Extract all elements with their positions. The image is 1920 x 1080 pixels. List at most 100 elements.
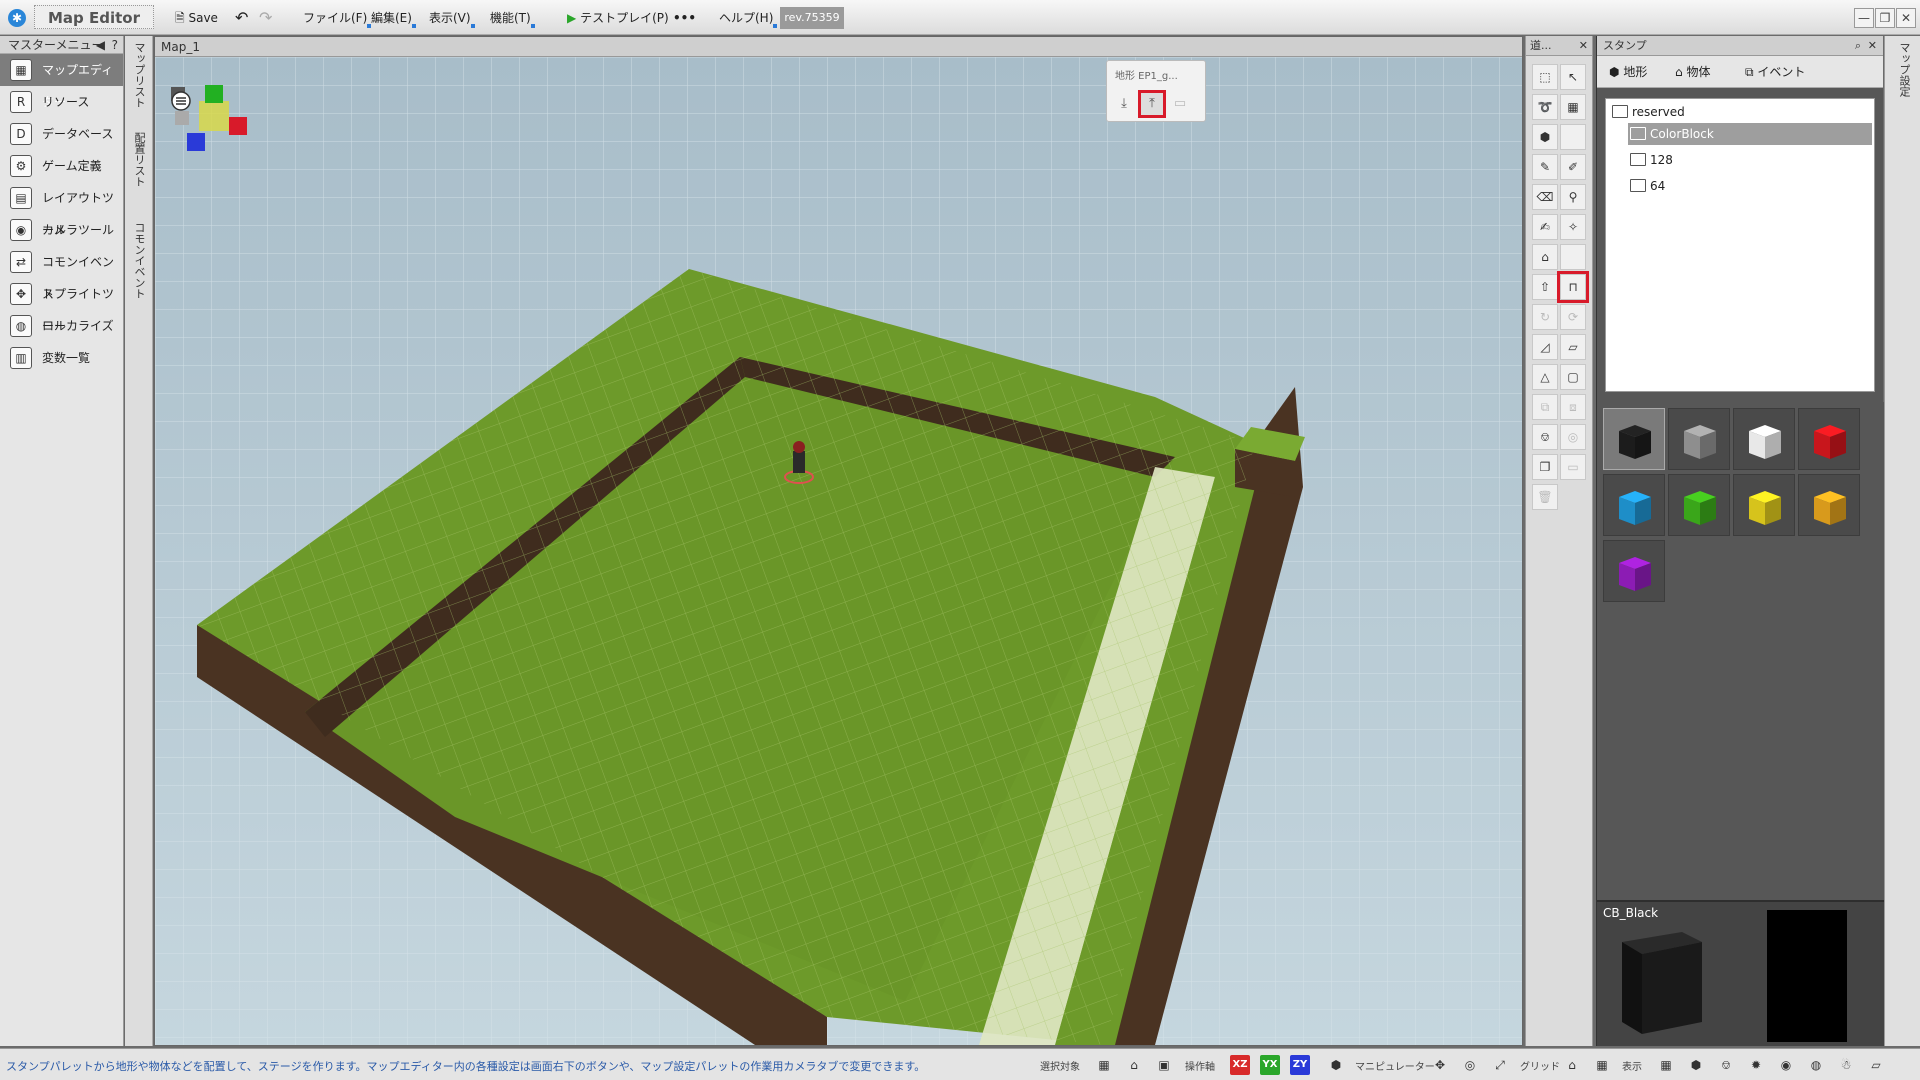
master-item-common-event[interactable]: ⇄ コモンイベント (0, 246, 123, 301)
tree-item-reserved[interactable]: reserved (1610, 101, 1685, 123)
menu-file[interactable]: ファイル(F) (298, 5, 372, 31)
master-item-map-editor[interactable]: ▦ マップエディター (0, 54, 123, 109)
search-icon[interactable]: ⌕ (1855, 36, 1861, 56)
paste-icon[interactable]: ⧈ (1560, 394, 1586, 420)
display-sphere-icon[interactable]: ◉ (1776, 1055, 1796, 1075)
more-button[interactable]: ••• (668, 5, 701, 31)
layers-icon[interactable]: ▱ (1560, 334, 1586, 360)
display-camera-icon[interactable]: ⎊ (1716, 1055, 1736, 1075)
slope-icon[interactable]: ◿ (1532, 334, 1558, 360)
master-item-database[interactable]: D データベース (0, 118, 123, 150)
select-rect-icon[interactable]: ⬚ (1532, 64, 1558, 90)
brush-icon[interactable]: ✐ (1560, 154, 1586, 180)
cube-icon[interactable]: ⬢ (1532, 124, 1558, 150)
scale-gizmo-icon[interactable]: ⤢ (1490, 1055, 1510, 1075)
menu-function[interactable]: 機能(T) (485, 5, 536, 31)
move-gizmo-icon[interactable]: ✥ (1430, 1055, 1450, 1075)
rotate-icon[interactable]: ↻ (1532, 304, 1558, 330)
duplicate-icon[interactable]: ❐ (1532, 454, 1558, 480)
master-item-variables[interactable]: ▥ 変数一覧 (0, 342, 123, 374)
stamp-up-icon[interactable]: ⤒ (1138, 90, 1166, 118)
display-layers-icon[interactable]: ▱ (1866, 1055, 1886, 1075)
close-button[interactable]: ✕ (1896, 8, 1916, 28)
swatch-gray[interactable] (1668, 408, 1730, 470)
paint-icon[interactable]: ✍ (1532, 214, 1558, 240)
clipboard-icon[interactable]: ▭ (1560, 454, 1586, 480)
help-icon[interactable]: ? (112, 36, 118, 54)
testplay-button[interactable]: ▶ テストプレイ(P) (562, 5, 674, 31)
tab-event[interactable]: ⧉ イベント (1745, 63, 1805, 80)
tree-item-colorblock[interactable]: ColorBlock (1628, 123, 1872, 145)
spray-icon[interactable]: ✧ (1560, 214, 1586, 240)
grid-fill-icon[interactable]: ▦ (1560, 94, 1586, 120)
master-item-game-definition[interactable]: ⚙ ゲーム定義 (0, 150, 123, 182)
select-event-icon[interactable]: ▣ (1154, 1055, 1174, 1075)
master-item-camera-tool[interactable]: ◉ カメラツール (0, 214, 123, 246)
menu-help[interactable]: ヘルプ(H) (714, 5, 778, 31)
axis-xz-button[interactable]: XZ (1230, 1055, 1250, 1075)
panel-close-icon[interactable]: ✕ (1868, 36, 1877, 56)
house-icon[interactable]: ⌂ (1532, 244, 1558, 270)
trash-icon[interactable]: 🗑 (1532, 484, 1558, 510)
viewport-tab[interactable]: Map_1 (155, 37, 1522, 57)
master-item-sprite-tool[interactable]: ✥ スプライトツール (0, 278, 123, 333)
minimize-button[interactable]: — (1854, 8, 1874, 28)
undo-icon[interactable]: ↶ (230, 5, 253, 31)
tab-object[interactable]: ⌂ 物体 (1675, 63, 1710, 80)
camera-icon[interactable]: ⎊ (1532, 424, 1558, 450)
swatch-purple[interactable] (1603, 540, 1665, 602)
display-globe-icon[interactable]: ◍ (1806, 1055, 1826, 1075)
map-settings-strip[interactable]: マップ設定 (1884, 36, 1920, 1046)
swatch-white[interactable] (1733, 408, 1795, 470)
collapse-icon[interactable]: ◀ (96, 36, 105, 54)
manipulator-icon[interactable]: ⬢ (1326, 1055, 1346, 1075)
scene-canvas[interactable] (155, 57, 1522, 1045)
tree-item-64[interactable]: 64 (1628, 175, 1665, 197)
tab-placement-list[interactable]: 配置リスト (131, 132, 147, 187)
swatch-black[interactable] (1603, 408, 1665, 470)
grid-snap-icon[interactable]: ⌂ (1562, 1055, 1582, 1075)
maximize-button[interactable]: ❐ (1875, 8, 1895, 28)
swatch-green[interactable] (1668, 474, 1730, 536)
display-cube-icon[interactable]: ⬢ (1686, 1055, 1706, 1075)
swatch-yellow[interactable] (1733, 474, 1795, 536)
tab-terrain[interactable]: ⬢ 地形 (1609, 63, 1647, 80)
map-viewport[interactable]: Map_1 (154, 36, 1523, 1046)
master-item-resource[interactable]: R リソース (0, 86, 123, 118)
menu-edit[interactable]: 編集(E) (366, 5, 417, 31)
swatch-red[interactable] (1798, 408, 1860, 470)
lasso-icon[interactable]: ➰ (1532, 94, 1558, 120)
swatch-cyan[interactable] (1603, 474, 1665, 536)
pen-icon[interactable]: ✎ (1532, 154, 1558, 180)
axis-yx-button[interactable]: YX (1260, 1055, 1280, 1075)
display-light-icon[interactable]: ✹ (1746, 1055, 1766, 1075)
stamp-down-icon[interactable]: ⤓ (1113, 93, 1135, 115)
box-icon[interactable]: ▢ (1560, 364, 1586, 390)
display-grid-icon[interactable]: ▦ (1656, 1055, 1676, 1075)
map-settings-tab[interactable]: マップ設定 (1896, 42, 1912, 97)
master-item-layout-tool[interactable]: ▤ レイアウトツール (0, 182, 123, 237)
eyedropper-icon[interactable]: ⚲ (1560, 184, 1586, 210)
rotate-gizmo-icon[interactable]: ◎ (1460, 1055, 1480, 1075)
raise-icon[interactable]: ⇧ (1532, 274, 1558, 300)
rotate-axis-icon[interactable]: ⟳ (1560, 304, 1586, 330)
pointer-icon[interactable]: ↖ (1560, 64, 1586, 90)
redo-icon[interactable]: ↷ (254, 5, 277, 31)
save-button[interactable]: 🗎 Save (170, 5, 223, 31)
tab-map-list[interactable]: マップリスト (131, 42, 147, 108)
eraser-icon[interactable]: ⌫ (1532, 184, 1558, 210)
select-grid-icon[interactable]: ▦ (1094, 1055, 1114, 1075)
triangle-icon[interactable]: △ (1532, 364, 1558, 390)
axis-zy-button[interactable]: ZY (1290, 1055, 1310, 1075)
panel-close-icon[interactable]: ✕ (1579, 36, 1588, 56)
tree-item-128[interactable]: 128 (1628, 149, 1673, 171)
swatch-orange[interactable] (1798, 474, 1860, 536)
copy-icon[interactable]: ⧉ (1532, 394, 1558, 420)
select-object-icon[interactable]: ⌂ (1124, 1055, 1144, 1075)
tab-common-event[interactable]: コモンイベント (131, 222, 147, 299)
target-icon[interactable]: ◎ (1560, 424, 1586, 450)
clipboard-icon[interactable]: ▭ (1169, 93, 1191, 115)
menu-view[interactable]: 表示(V) (424, 5, 476, 31)
display-character-icon[interactable]: ☃ (1836, 1055, 1856, 1075)
grid-table-icon[interactable]: ▦ (1592, 1055, 1612, 1075)
